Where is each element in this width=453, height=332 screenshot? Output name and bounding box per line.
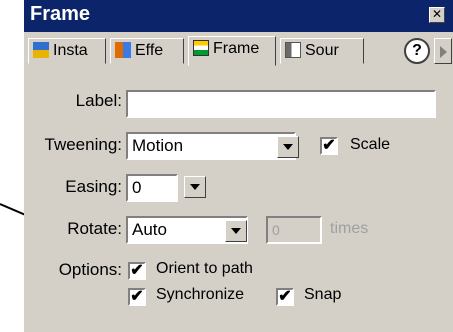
rotate-caption: Rotate:	[67, 219, 122, 238]
frame-panel: Frame ✕ Insta Effe Frame Sour ? Label: T…	[24, 0, 453, 332]
effect-icon	[115, 41, 131, 58]
scale-checkbox[interactable]: ✔	[320, 137, 338, 155]
tweening-caption: Tweening:	[44, 135, 123, 154]
snap-checkbox[interactable]: ✔	[276, 288, 294, 306]
orient-to-path-checkbox[interactable]: ✔	[128, 262, 146, 280]
easing-input[interactable]: 0	[126, 174, 178, 202]
tweening-dropdown-button[interactable]	[277, 136, 299, 158]
rotate-times-input: 0	[266, 216, 322, 244]
tab-effect-label: Effe	[135, 42, 164, 59]
title-bar: Frame ✕	[24, 0, 453, 32]
label-input[interactable]	[126, 90, 436, 118]
easing-caption: Easing:	[65, 177, 122, 196]
tab-sound[interactable]: Sour	[280, 38, 364, 64]
tab-frame[interactable]: Frame	[188, 36, 276, 66]
tab-strip: Insta Effe Frame Sour ?	[24, 36, 453, 66]
tweening-select[interactable]: Motion	[126, 132, 296, 160]
synchronize-label: Synchronize	[156, 286, 245, 303]
help-icon[interactable]: ?	[404, 38, 430, 64]
times-label: times	[330, 220, 369, 237]
tab-instance[interactable]: Insta	[28, 38, 106, 64]
panel-title: Frame	[30, 3, 91, 25]
rotate-value: Auto	[132, 220, 167, 239]
tab-instance-label: Insta	[53, 42, 88, 59]
rotate-dropdown-button[interactable]	[225, 220, 247, 242]
tweening-value: Motion	[132, 136, 184, 155]
frame-icon	[193, 39, 209, 56]
synchronize-checkbox[interactable]: ✔	[128, 288, 146, 306]
snap-label: Snap	[304, 286, 342, 303]
tab-frame-label: Frame	[213, 40, 260, 57]
scale-label: Scale	[350, 136, 391, 153]
sound-icon	[285, 41, 301, 58]
tab-scroll-right-button[interactable]	[434, 38, 452, 64]
label-caption: Label:	[75, 91, 122, 110]
close-icon[interactable]: ✕	[429, 7, 445, 23]
options-caption: Options:	[58, 260, 122, 279]
tab-sound-label: Sour	[305, 42, 339, 59]
orient-to-path-label: Orient to path	[156, 260, 253, 277]
instance-icon	[33, 41, 49, 58]
tab-effect[interactable]: Effe	[110, 38, 184, 64]
easing-slider-button[interactable]	[184, 176, 206, 198]
